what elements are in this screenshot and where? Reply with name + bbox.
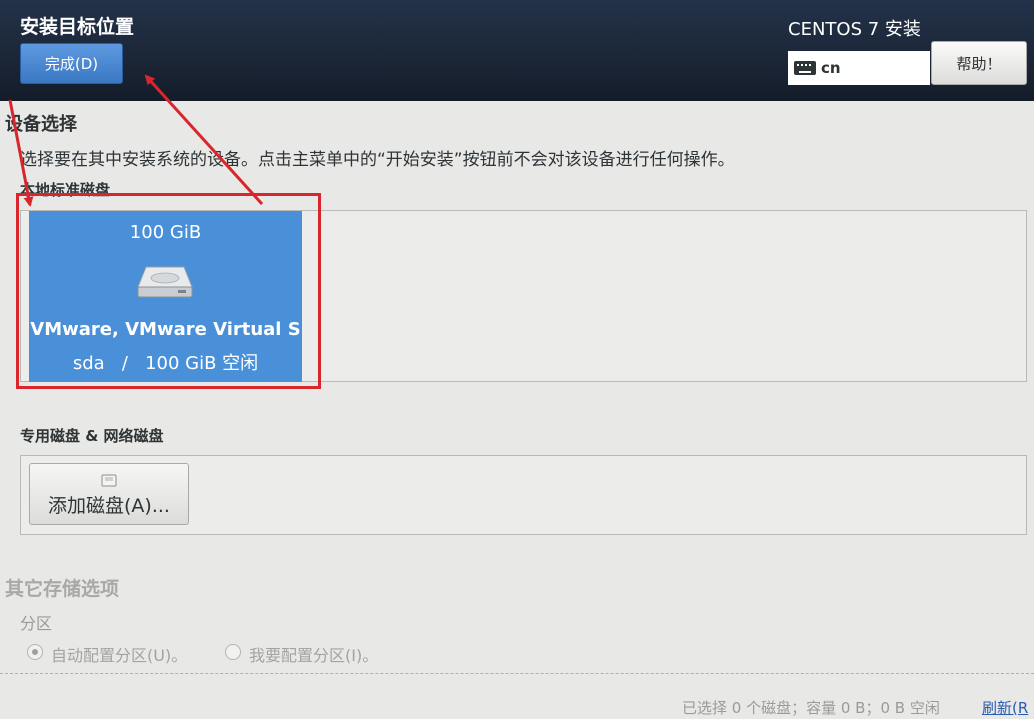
done-button[interactable]: 完成(D) bbox=[20, 43, 123, 84]
other-storage-title: 其它存储选项 bbox=[5, 578, 120, 600]
help-button[interactable]: 帮助！ bbox=[931, 41, 1027, 85]
manual-partition-radio[interactable] bbox=[225, 644, 241, 660]
auto-partition-label: 自动配置分区(U)。 bbox=[51, 646, 188, 665]
keyboard-layout-indicator[interactable]: cn bbox=[788, 51, 930, 85]
special-disks-label: 专用磁盘 & 网络磁盘 bbox=[20, 427, 164, 445]
device-selection-title: 设备选择 bbox=[5, 114, 77, 135]
page-title: 安装目标位置 bbox=[20, 16, 135, 38]
annotation-highlight-box bbox=[16, 193, 321, 389]
header-bar: 安装目标位置 完成(D) CENTOS 7 安装 cn 帮助！ bbox=[0, 0, 1034, 101]
instructions-text: 选择要在其中安装系统的设备。点击主菜单中的“开始安装”按钮前不会对该设备进行任何… bbox=[20, 150, 735, 170]
selection-summary: 已选择 0 个磁盘；容量 0 B；0 B 空闲 bbox=[682, 699, 940, 717]
disk-add-icon bbox=[101, 474, 117, 487]
keyboard-layout-label: cn bbox=[821, 59, 841, 77]
footer-divider bbox=[0, 673, 1034, 674]
partitioning-label: 分区 bbox=[20, 614, 53, 633]
add-disk-button[interactable]: 添加磁盘(A)... bbox=[29, 463, 189, 525]
auto-partition-radio[interactable] bbox=[27, 644, 43, 660]
manual-partition-label: 我要配置分区(I)。 bbox=[249, 646, 379, 665]
add-disk-label: 添加磁盘(A)... bbox=[48, 495, 170, 517]
refresh-link[interactable]: 刷新(R bbox=[982, 697, 1028, 718]
product-title: CENTOS 7 安装 bbox=[788, 19, 921, 40]
keyboard-icon bbox=[794, 61, 816, 75]
